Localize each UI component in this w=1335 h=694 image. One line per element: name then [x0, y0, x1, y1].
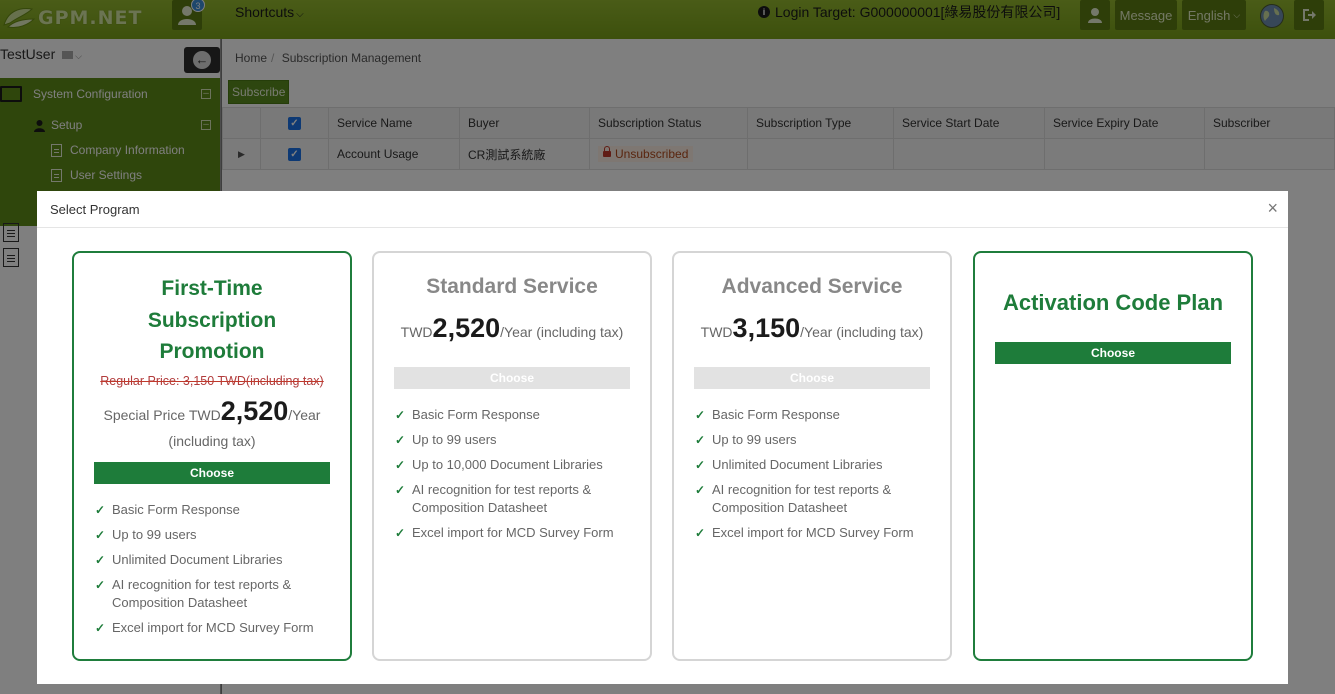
feature-text: Up to 99 users [412, 432, 497, 447]
feature-list: ✓ Basic Form Response ✓ Up to 99 users ✓ Un… [694, 406, 934, 549]
plan-title-line: Promotion [159, 340, 265, 363]
check-icon: ✓ [395, 458, 406, 472]
feature-item: ✓ Unlimited Document Libraries [694, 456, 934, 474]
feature-item: ✓ Up to 10,000 Document Libraries [394, 456, 634, 474]
modal-title: Select Program [50, 202, 140, 217]
feature-text: Excel import for MCD Survey Form [112, 620, 314, 635]
currency: TWD [400, 324, 433, 340]
price-amount: 2,520 [220, 395, 289, 426]
check-icon: ✓ [395, 526, 406, 540]
check-icon: ✓ [695, 483, 706, 497]
plan-card-activation-code: Activation Code Plan Choose [973, 251, 1253, 661]
choose-button[interactable]: Choose [995, 342, 1231, 364]
feature-text: Excel import for MCD Survey Form [412, 525, 614, 540]
check-icon: ✓ [695, 526, 706, 540]
feature-text: AI recognition for test reports & Compos… [412, 482, 592, 515]
plan-card-first-time: First-Time Subscription Promotion Regula… [72, 251, 352, 661]
feature-text: Up to 10,000 Document Libraries [412, 457, 603, 472]
feature-text: AI recognition for test reports & Compos… [712, 482, 892, 515]
regular-price: Regular Price: 3,150 TWD(including tax) [100, 373, 324, 388]
special-price: Special Price TWD2,520/Year [74, 395, 350, 428]
feature-item: ✓ AI recognition for test reports & Compo… [394, 481, 634, 517]
price-suffix: /Year (including tax) [500, 324, 624, 340]
plan-card-advanced: Advanced Service TWD3,150/Year (includin… [672, 251, 952, 661]
choose-button[interactable]: Choose [694, 367, 930, 389]
feature-item: ✓ AI recognition for test reports & Compo… [694, 481, 934, 517]
plan-title: First-Time Subscription Promotion [74, 273, 350, 368]
feature-item: ✓ Basic Form Response [694, 406, 934, 424]
plan-price: TWD3,150/Year (including tax) [674, 313, 950, 344]
check-icon: ✓ [395, 408, 406, 422]
feature-text: Up to 99 users [712, 432, 797, 447]
feature-text: AI recognition for test reports & Compos… [112, 577, 292, 610]
feature-text: Up to 99 users [112, 527, 197, 542]
price-suffix: /Year [288, 406, 321, 423]
price-suffix: /Year (including tax) [800, 324, 924, 340]
check-icon: ✓ [395, 483, 406, 497]
check-icon: ✓ [695, 408, 706, 422]
plan-title: Standard Service [426, 275, 598, 298]
check-icon: ✓ [95, 621, 106, 635]
modal-header: Select Program × [37, 191, 1288, 228]
feature-text: Basic Form Response [112, 502, 240, 517]
plan-price: TWD2,520/Year (including tax) [374, 313, 650, 344]
feature-item: ✓ Basic Form Response [394, 406, 634, 424]
plan-card-standard: Standard Service TWD2,520/Year (includin… [372, 251, 652, 661]
feature-list: ✓ Basic Form Response ✓ Up to 99 users ✓ Up… [394, 406, 634, 549]
feature-item: ✓ Excel import for MCD Survey Form [394, 524, 634, 542]
feature-item: ✓ AI recognition for test reports & Compo… [94, 576, 334, 612]
choose-button[interactable]: Choose [394, 367, 630, 389]
close-icon[interactable]: × [1267, 199, 1278, 217]
feature-text: Basic Form Response [412, 407, 540, 422]
feature-item: ✓ Excel import for MCD Survey Form [94, 619, 334, 637]
choose-button[interactable]: Choose [94, 462, 330, 484]
plan-title-line: Subscription [147, 308, 277, 332]
feature-text: Excel import for MCD Survey Form [712, 525, 914, 540]
check-icon: ✓ [695, 433, 706, 447]
check-icon: ✓ [95, 553, 106, 567]
feature-item: ✓ Basic Form Response [94, 501, 334, 519]
plan-title: Advanced Service [721, 275, 903, 298]
price-amount: 2,520 [432, 313, 501, 343]
feature-item: ✓ Excel import for MCD Survey Form [694, 524, 934, 542]
feature-item: ✓ Up to 99 users [394, 431, 634, 449]
plan-title: Activation Code Plan [1002, 290, 1224, 315]
plan-title-line: First-Time [161, 277, 263, 300]
check-icon: ✓ [695, 458, 706, 472]
check-icon: ✓ [95, 528, 106, 542]
check-icon: ✓ [395, 433, 406, 447]
check-icon: ✓ [95, 578, 106, 592]
select-program-dialog: Select Program × First-Time Subscription… [37, 191, 1288, 684]
feature-text: Basic Form Response [712, 407, 840, 422]
price-amount: 3,150 [732, 313, 801, 343]
price-suffix-line: (including tax) [168, 432, 256, 449]
special-price-prefix: Special Price TWD [103, 406, 221, 423]
currency: TWD [700, 324, 733, 340]
feature-list: ✓ Basic Form Response ✓ Up to 99 users ✓ Un… [94, 501, 334, 644]
feature-item: ✓ Up to 99 users [94, 526, 334, 544]
feature-text: Unlimited Document Libraries [712, 457, 883, 472]
feature-text: Unlimited Document Libraries [112, 552, 283, 567]
feature-item: ✓ Unlimited Document Libraries [94, 551, 334, 569]
check-icon: ✓ [95, 503, 106, 517]
feature-item: ✓ Up to 99 users [694, 431, 934, 449]
